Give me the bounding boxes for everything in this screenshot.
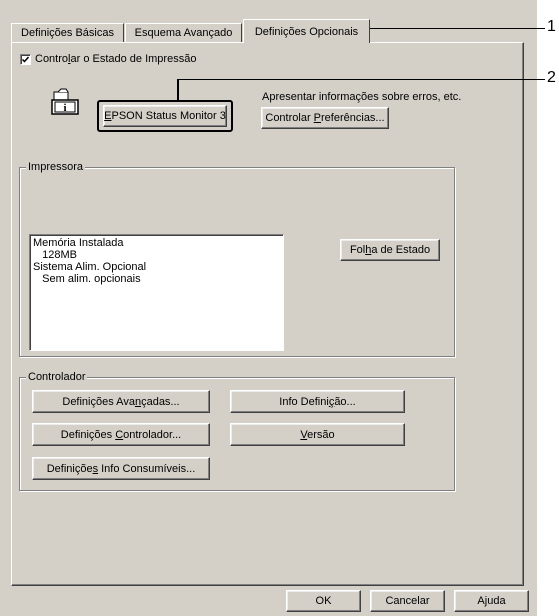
driver-group-title: Controlador bbox=[26, 370, 88, 384]
info-settings-button[interactable]: Info Definição... bbox=[230, 390, 405, 413]
status-monitor-button[interactable]: EPSON Status Monitor 3 bbox=[103, 105, 227, 127]
printer-info-icon: i bbox=[51, 88, 79, 115]
ok-button[interactable]: OK bbox=[286, 590, 361, 612]
check-mark-icon bbox=[21, 56, 30, 63]
printer-group-title: Impressora bbox=[26, 160, 86, 174]
callout-number-2: 2 bbox=[547, 69, 556, 86]
preferences-button[interactable]: Controlar Preferências... bbox=[261, 107, 389, 129]
checkbox-box[interactable] bbox=[20, 53, 31, 65]
status-sheet-button[interactable]: Folha de Estado bbox=[340, 239, 440, 261]
version-button[interactable]: Versão bbox=[230, 423, 405, 446]
info-text: Apresentar informações sobre erros, etc. bbox=[262, 91, 462, 103]
callout-number-1: 1 bbox=[547, 18, 556, 35]
tab-basic-settings[interactable]: Definições Básicas bbox=[11, 23, 124, 42]
callout-line-1 bbox=[355, 28, 545, 29]
checkbox-label: Controlar o Estado de Impressão bbox=[35, 53, 197, 65]
list-item: Memória Instalada bbox=[33, 237, 124, 249]
advanced-settings-button[interactable]: Definições Avançadas... bbox=[32, 390, 210, 413]
tab-advanced-layout[interactable]: Esquema Avançado bbox=[125, 23, 242, 42]
driver-group: Controlador Definições Avançadas... Defi… bbox=[19, 370, 455, 491]
list-item: Sem alim. opcionais bbox=[33, 273, 141, 285]
list-item: Sistema Alim. Opcional bbox=[33, 261, 147, 273]
driver-settings-button[interactable]: Definições Controlador... bbox=[32, 423, 210, 446]
callout-line-2-horizontal bbox=[177, 79, 545, 80]
printer-group: Impressora Memória Instalada 128MB Siste… bbox=[19, 160, 455, 357]
callout-line-2-vertical bbox=[177, 79, 179, 100]
printer-info-list[interactable]: Memória Instalada 128MB Sistema Alim. Op… bbox=[29, 234, 284, 351]
svg-text:i: i bbox=[63, 102, 66, 114]
tab-optional-settings[interactable]: Definições Opcionais bbox=[243, 19, 370, 43]
list-item: 128MB bbox=[33, 249, 78, 261]
consumables-info-button[interactable]: Definições Info Consumíveis... bbox=[32, 457, 210, 480]
monitor-status-checkbox[interactable]: Controlar o Estado de Impressão bbox=[20, 53, 196, 65]
tab-panel: Controlar o Estado de Impressão i EPSON … bbox=[11, 42, 524, 586]
tab-label: Definições Básicas bbox=[21, 27, 114, 39]
tab-label: Definições Opcionais bbox=[254, 25, 359, 38]
printer-properties-dialog: Definições Básicas Esquema Avançado Defi… bbox=[0, 0, 537, 616]
cancel-button[interactable]: Cancelar bbox=[370, 590, 445, 612]
help-button[interactable]: Ajuda bbox=[454, 590, 529, 612]
tab-label: Esquema Avançado bbox=[134, 27, 233, 39]
